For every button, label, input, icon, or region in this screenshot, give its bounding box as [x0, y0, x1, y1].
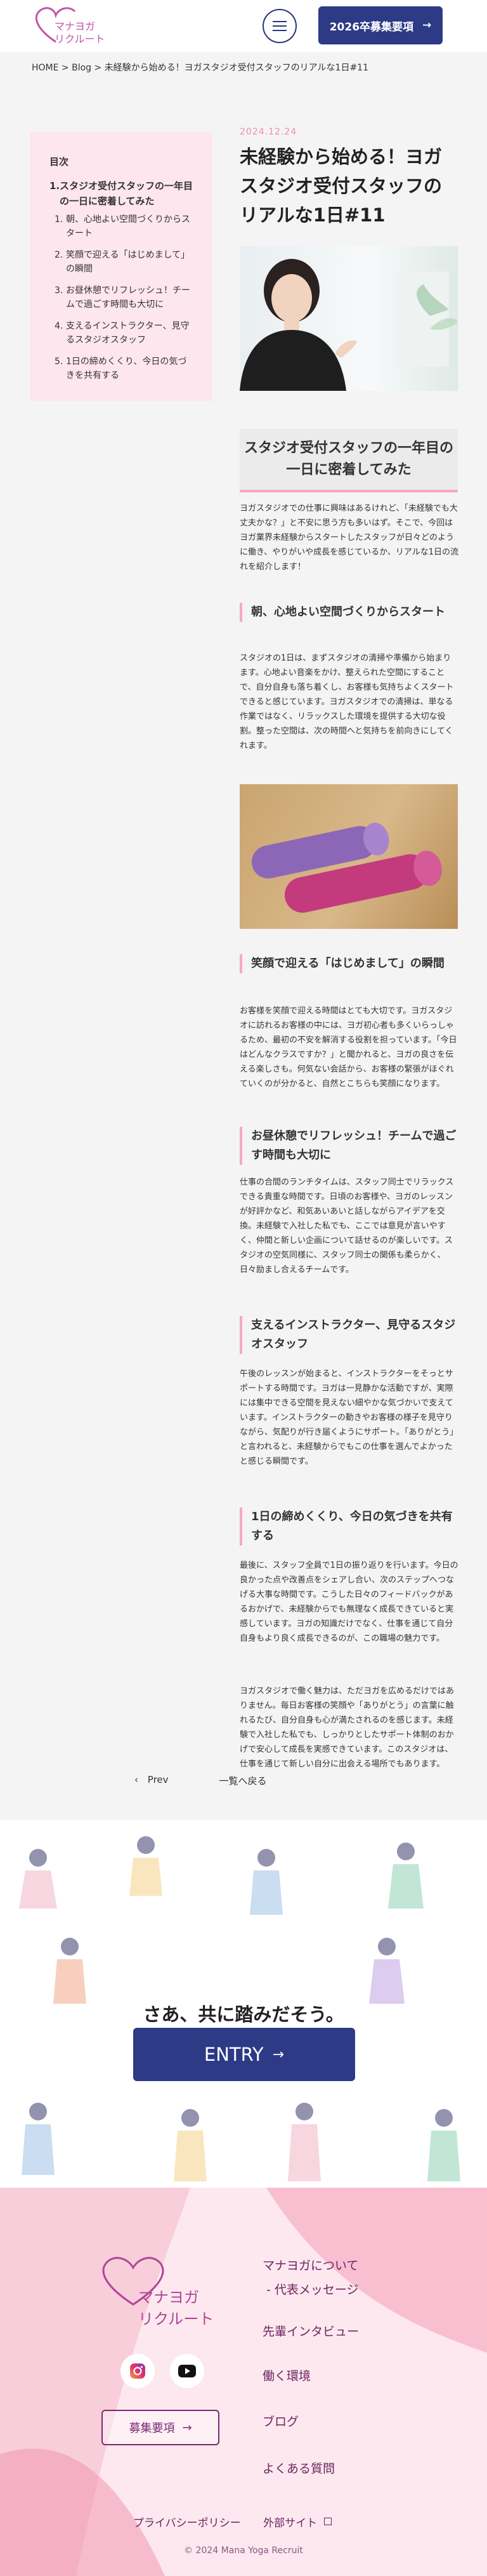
entry-section: さあ、共に踏みだそう。 ENTRY → — [0, 1820, 487, 2188]
prev-label: Prev — [147, 1774, 169, 1785]
toc-label: 1日の締めくくり、今日の気づきを共有する — [66, 357, 187, 381]
post-date: 2024.12.24 — [240, 127, 297, 137]
external-site-label: 外部サイト — [263, 2517, 318, 2530]
menu-line-icon — [273, 30, 287, 31]
menu-line-icon — [273, 21, 287, 22]
toc-number: 3. — [55, 286, 63, 296]
external-link-icon — [324, 2518, 332, 2525]
post-pagination: ‹ Prev 一覧へ戻る — [134, 1774, 267, 1787]
toc-item[interactable]: 2. 笑顔で迎える「はじめまして」の瞬間 — [55, 248, 194, 276]
footer-recruit-label: 募集要項 — [129, 2422, 175, 2435]
privacy-policy-link[interactable]: プライバシーポリシー — [133, 2517, 241, 2530]
paragraph-support: 午後のレッスンが始まると、インストラクターをそっとサポートする時間です。ヨガは一… — [240, 1369, 458, 1466]
subheading-support: 支えるインストラクター、見守るスタジオスタッフ — [240, 1316, 459, 1354]
toc-item[interactable]: 5. 1日の締めくくり、今日の気づきを共有する — [55, 355, 194, 383]
logo-text-line2: リクルート — [55, 33, 105, 45]
arrow-right-icon: → — [422, 19, 432, 32]
footer-logo-text[interactable]: マナヨガ リクルート — [138, 2287, 214, 2330]
recruit-button-label: 2026卒募集要項 — [329, 20, 414, 34]
entry-catchphrase: さあ、共に踏みだそう。 — [143, 2004, 344, 2025]
arrow-right-icon: → — [272, 2046, 285, 2063]
instagram-icon — [130, 2363, 145, 2379]
toc-number: 2. — [55, 250, 63, 260]
breadcrumb[interactable]: HOME > Blog > 未経験から始める！ヨガスタジオ受付スタッフのリアルな… — [32, 61, 368, 74]
intro-paragraph: ヨガスタジオでの仕事に興味はあるけれど、「未経験でも大丈夫かな？」と不安に思う方… — [240, 504, 458, 572]
toc-label: お昼休憩でリフレッシュ！チームで過ごす時間も大切に — [66, 286, 190, 310]
article-header: 2024.12.24 未経験から始める！ヨガスタジオ受付スタッフのリアルな1日#… — [240, 127, 458, 230]
paragraph-lunch: 仕事の合間のランチタイムは、スタッフ同士でリラックスできる貴重な時間です。日頃の… — [240, 1178, 454, 1275]
subheading-morning: 朝、心地よい空間づくりからスタート — [240, 603, 459, 622]
logo-text-line1: マナヨガ — [55, 20, 96, 32]
back-to-list-link[interactable]: 一覧へ戻る — [219, 1774, 267, 1787]
toc-item-main[interactable]: 1. スタジオ受付スタッフの一年目の一日に密着してみた — [49, 178, 194, 209]
hamburger-menu-button[interactable] — [263, 9, 297, 43]
paragraph-closing: ヨガスタジオで働く魅力は、ただヨガを広めるだけではありません。毎日お客様の笑顔や… — [240, 1686, 455, 1769]
footer-nav-message[interactable]: - 代表メッセージ — [266, 2280, 359, 2297]
toc-number: 5. — [55, 357, 63, 367]
chevron-left-icon: ‹ — [134, 1774, 138, 1785]
footer-recruit-button[interactable]: 募集要項 → — [101, 2410, 219, 2445]
footer-nav-about[interactable]: マナヨガについて — [263, 2256, 358, 2273]
subheading-wrapup: 1日の締めくくり、今日の気づきを共有する — [240, 1508, 459, 1546]
youtube-button[interactable] — [170, 2354, 204, 2388]
toc-label: 支えるインストラクター、見守るスタジオスタッフ — [66, 321, 190, 345]
footer-nav-faq[interactable]: よくある質問 — [263, 2459, 335, 2476]
toc-label: スタジオ受付スタッフの一年目の一日に密着してみた — [60, 180, 193, 207]
footer-logo-line2: リクルート — [138, 2310, 214, 2328]
menu-line-icon — [273, 25, 287, 27]
toc-number: 1. — [49, 180, 60, 192]
section-heading: スタジオ受付スタッフの一年目の一日に密着してみた — [240, 429, 458, 492]
footer-logo-line1: マナヨガ — [138, 2289, 199, 2306]
site-logo[interactable]: マナヨガ リクルート — [30, 4, 107, 48]
table-of-contents: 目次 1. スタジオ受付スタッフの一年目の一日に密着してみた 1. 朝、心地よい空… — [30, 132, 212, 401]
entry-button[interactable]: ENTRY → — [133, 2028, 355, 2081]
arrow-right-icon: → — [182, 2421, 192, 2435]
toc-label: 笑顔で迎える「はじめまして」の瞬間 — [66, 250, 190, 274]
subheading-greeting: 笑顔で迎える「はじめまして」の瞬間 — [240, 954, 459, 973]
footer-nav-environment[interactable]: 働く環境 — [263, 2367, 311, 2384]
footer-links: プライバシーポリシー 外部サイト — [133, 2514, 332, 2530]
toc-item[interactable]: 3. お昼休憩でリフレッシュ！チームで過ごす時間も大切に — [55, 284, 194, 312]
paragraph-greeting: お客様を笑顔で迎える時間はとても大切です。ヨガスタジオに訪れるお客様の中には、ヨ… — [240, 1006, 457, 1089]
hero-staff-photo — [240, 246, 458, 391]
recruit-guidelines-button[interactable]: 2026卒募集要項 → — [318, 6, 443, 44]
paragraph-morning: スタジオの1日は、まずスタジオの清掃や準備から始まります。心地よい音楽をかけ、整… — [240, 654, 454, 751]
yoga-mats-illustration — [252, 822, 442, 913]
staff-portrait-illustration — [240, 259, 458, 391]
footer-nav-blog[interactable]: ブログ — [263, 2412, 299, 2429]
toc-number: 1. — [55, 214, 63, 225]
external-site-link[interactable]: 外部サイト — [263, 2517, 332, 2530]
toc-number: 4. — [55, 321, 63, 331]
yoga-mat-photo — [240, 784, 458, 929]
toc-label: 朝、心地よい空間づくりからスタート — [66, 214, 190, 239]
instagram-button[interactable] — [120, 2354, 155, 2388]
toc-title: 目次 — [49, 156, 69, 168]
youtube-icon — [178, 2365, 196, 2377]
subheading-lunch: お昼休憩でリフレッシュ！チームで過ごす時間も大切に — [240, 1127, 459, 1165]
entry-button-label: ENTRY — [204, 2044, 264, 2065]
copyright: © 2024 Mana Yoga Recruit — [184, 2546, 303, 2556]
article-title: 未経験から始める！ヨガスタジオ受付スタッフのリアルな1日#11 — [240, 146, 443, 226]
site-footer: マナヨガ リクルート 募集要項 → マナヨガについて - 代表メッセージ 先輩イ… — [0, 2188, 487, 2576]
toc-item[interactable]: 4. 支えるインストラクター、見守るスタジオスタッフ — [55, 319, 194, 347]
paragraph-wrapup: 最後に、スタッフ全員で1日の振り返りを行います。今日の良かった点や改善点をシェア… — [240, 1561, 458, 1643]
logo-text: マナヨガ リクルート — [55, 20, 105, 46]
footer-nav-interview[interactable]: 先輩インタビュー — [263, 2322, 359, 2339]
site-header: マナヨガ リクルート 2026卒募集要項 → — [0, 0, 487, 52]
prev-link[interactable]: ‹ Prev — [134, 1774, 169, 1787]
toc-item[interactable]: 1. 朝、心地よい空間づくりからスタート — [55, 213, 194, 240]
